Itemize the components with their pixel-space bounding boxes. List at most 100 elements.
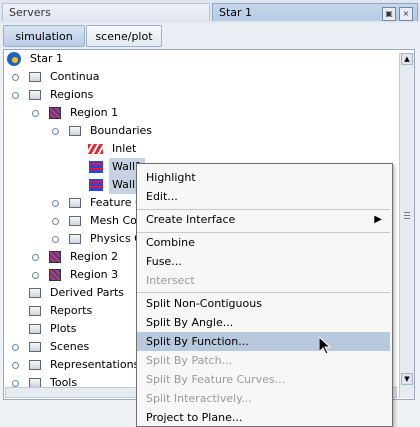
menu-item-label: Split Interactively... bbox=[146, 392, 252, 405]
folder-icon bbox=[69, 234, 81, 244]
expand-icon[interactable] bbox=[12, 362, 19, 369]
expand-icon[interactable] bbox=[32, 254, 39, 261]
tab-simulation[interactable]: simulation bbox=[3, 25, 85, 47]
expand-icon[interactable] bbox=[12, 344, 19, 351]
folder-icon bbox=[29, 342, 41, 352]
subtabs: simulation scene/plot bbox=[0, 23, 420, 49]
folder-icon bbox=[29, 90, 41, 100]
menu-item-highlight[interactable]: Highlight bbox=[137, 168, 390, 187]
tree-item-inlet[interactable]: Inlet bbox=[5, 140, 395, 158]
expand-icon[interactable] bbox=[52, 236, 59, 243]
tree-item-continua[interactable]: Continua bbox=[5, 68, 395, 86]
close-icon[interactable]: × bbox=[399, 7, 413, 21]
menu-item-split-non-contiguous[interactable]: Split Non-Contiguous bbox=[137, 294, 390, 313]
tree-item-star1[interactable]: Star 1 bbox=[5, 50, 395, 68]
tree-label: Continua bbox=[50, 70, 100, 83]
expand-icon[interactable] bbox=[52, 200, 59, 207]
menu-item-label: Create Interface bbox=[146, 213, 236, 226]
menu-item-split-by-patch[interactable]: Split By Patch... bbox=[137, 351, 390, 370]
expand-icon[interactable] bbox=[12, 380, 19, 387]
menu-item-label: Edit... bbox=[146, 190, 178, 203]
menu-item-label: Split By Function... bbox=[146, 335, 249, 348]
folder-icon bbox=[29, 306, 41, 316]
menu-item-split-by-function[interactable]: Split By Function... bbox=[137, 332, 390, 351]
tree-label: Plots bbox=[50, 322, 77, 335]
tree-item-boundaries[interactable]: Boundaries bbox=[5, 122, 395, 140]
inlet-boundary-icon bbox=[88, 144, 103, 154]
scroll-grip-icon bbox=[404, 218, 410, 219]
tree-item-regions[interactable]: Regions bbox=[5, 86, 395, 104]
menu-item-split-by-feature-curves[interactable]: Split By Feature Curves... bbox=[137, 370, 390, 389]
tree-label: Mesh Co bbox=[90, 214, 137, 227]
expand-icon[interactable] bbox=[12, 74, 19, 81]
tab-star1[interactable]: Star 1 ▣ × bbox=[212, 3, 418, 21]
simulation-icon bbox=[7, 52, 21, 66]
tree-label: Regions bbox=[50, 88, 94, 101]
menu-item-split-by-angle[interactable]: Split By Angle... bbox=[137, 313, 390, 332]
tab-simulation-label: simulation bbox=[15, 30, 73, 43]
tree-label: Star 1 bbox=[30, 52, 64, 65]
tree-label: Scenes bbox=[50, 340, 90, 353]
mouse-cursor-icon bbox=[319, 337, 331, 355]
wall-boundary-icon bbox=[89, 161, 103, 173]
menu-separator bbox=[137, 292, 390, 293]
menu-item-label: Split By Patch... bbox=[146, 354, 233, 367]
menu-item-label: Split By Angle... bbox=[146, 316, 234, 329]
scroll-grip-icon bbox=[404, 215, 410, 216]
region-icon bbox=[49, 251, 61, 263]
tree-label: Region 2 bbox=[70, 250, 119, 263]
menu-item-create-interface[interactable]: Create Interface ▶ bbox=[137, 210, 390, 229]
menu-item-fuse[interactable]: Fuse... bbox=[137, 252, 390, 271]
expand-icon[interactable] bbox=[32, 272, 39, 279]
tree-label: Boundaries bbox=[90, 124, 153, 137]
tree-label: Region 3 bbox=[70, 268, 119, 281]
tree-label: Representations bbox=[50, 358, 140, 371]
folder-icon bbox=[69, 198, 81, 208]
tab-servers-label: Servers bbox=[9, 6, 51, 19]
tab-servers[interactable]: Servers bbox=[2, 3, 210, 21]
expand-icon[interactable] bbox=[52, 218, 59, 225]
context-menu: Highlight Edit... Create Interface ▶ Comb… bbox=[136, 163, 393, 427]
wall-boundary-icon bbox=[89, 179, 103, 191]
menu-item-split-interactively[interactable]: Split Interactively... bbox=[137, 389, 390, 408]
scroll-grip-icon bbox=[404, 212, 410, 213]
tree-label: Reports bbox=[50, 304, 93, 317]
folder-icon bbox=[69, 126, 81, 136]
folder-icon bbox=[29, 72, 41, 82]
collapse-icon[interactable] bbox=[12, 92, 19, 99]
tree-label: Region 1 bbox=[70, 106, 119, 119]
folder-icon bbox=[29, 324, 41, 334]
folder-icon bbox=[29, 288, 41, 298]
menu-item-edit[interactable]: Edit... bbox=[137, 187, 390, 206]
menu-item-label: Highlight bbox=[146, 171, 196, 184]
submenu-arrow-icon: ▶ bbox=[374, 214, 382, 225]
scroll-down-icon[interactable]: ▼ bbox=[401, 373, 413, 385]
region-icon bbox=[49, 107, 61, 119]
collapse-icon[interactable] bbox=[52, 128, 59, 135]
scroll-up-icon[interactable]: ▲ bbox=[401, 53, 413, 65]
menu-item-label: Split By Feature Curves... bbox=[146, 373, 286, 386]
menu-item-label: Split Non-Contiguous bbox=[146, 297, 262, 310]
tab-scene-plot[interactable]: scene/plot bbox=[86, 25, 162, 47]
window-tabbar: Servers Star 1 ▣ × bbox=[0, 0, 420, 24]
vertical-scrollbar[interactable]: ▲ ▼ bbox=[399, 53, 414, 398]
tree-label: Physics C bbox=[90, 232, 142, 245]
menu-item-project-to-plane[interactable]: Project to Plane... bbox=[137, 408, 390, 427]
restore-icon[interactable]: ▣ bbox=[382, 7, 396, 21]
tab-scene-plot-label: scene/plot bbox=[95, 30, 153, 43]
region-icon bbox=[49, 269, 61, 281]
tree-item-region1[interactable]: Region 1 bbox=[5, 104, 395, 122]
menu-item-label: Project to Plane... bbox=[146, 411, 243, 424]
tree-label: Derived Parts bbox=[50, 286, 125, 299]
folder-icon bbox=[69, 216, 81, 226]
menu-item-label: Fuse... bbox=[146, 255, 182, 268]
menu-item-label: Combine bbox=[146, 236, 195, 249]
menu-item-label: Intersect bbox=[146, 274, 195, 287]
collapse-icon[interactable] bbox=[32, 110, 39, 117]
menu-item-combine[interactable]: Combine bbox=[137, 233, 390, 252]
tree-label: Feature C bbox=[90, 196, 143, 209]
folder-icon bbox=[29, 360, 41, 370]
tab-star1-label: Star 1 bbox=[219, 6, 253, 19]
menu-item-intersect[interactable]: Intersect bbox=[137, 271, 390, 290]
tree-label: Inlet bbox=[112, 142, 137, 155]
